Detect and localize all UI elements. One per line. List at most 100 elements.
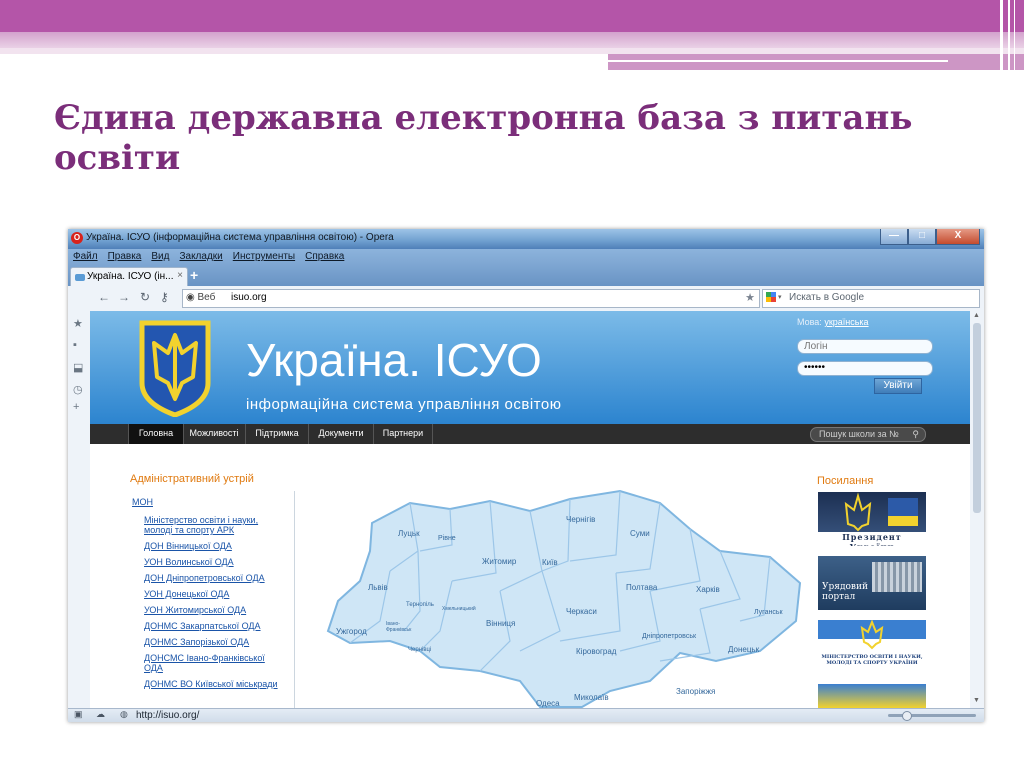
admin-link[interactable]: ДОНСМС Івано-Франківської ОДА xyxy=(132,653,282,673)
minimize-button[interactable]: — xyxy=(880,229,908,245)
opera-logo-icon: O xyxy=(71,232,83,244)
menu-tools[interactable]: Инструменты xyxy=(228,249,300,265)
key-icon[interactable]: ⚷ xyxy=(160,290,169,304)
tab-bar: Україна. ІСУО (ін... × + xyxy=(68,265,984,287)
admin-link[interactable]: УОН Донецької ОДА xyxy=(132,589,282,599)
ministry-banner[interactable]: МІНІСТЕРСТВО ОСВІТИ І НАУКИ, МОЛОДІ ТА С… xyxy=(818,620,926,674)
nav-documents[interactable]: Документи xyxy=(309,424,374,444)
ukraine-map[interactable] xyxy=(320,481,806,708)
panel-toggle-icon[interactable]: ▣ xyxy=(74,709,83,720)
map-label-cherkasy[interactable]: Черкаси xyxy=(566,607,597,616)
new-tab-button[interactable]: + xyxy=(190,267,198,283)
map-label-zaporizhzhia[interactable]: Запоріжжя xyxy=(676,687,715,696)
admin-link[interactable]: МОН xyxy=(132,497,282,507)
search-placeholder: Искать в Google xyxy=(789,292,865,303)
menu-view[interactable]: Вид xyxy=(146,249,174,265)
president-caption: Президент України xyxy=(818,532,926,546)
zoom-slider-thumb[interactable] xyxy=(902,711,912,721)
admin-link[interactable]: УОН Житомирської ОДА xyxy=(132,605,282,615)
window-titlebar[interactable]: O Україна. ІСУО (інформаційна система уп… xyxy=(68,229,984,249)
nav-home[interactable]: Головна xyxy=(128,424,184,444)
ministry-trident-icon xyxy=(860,620,884,650)
nav-support[interactable]: Підтримка xyxy=(246,424,309,444)
menu-edit[interactable]: Правка xyxy=(103,249,147,265)
status-bar: ▣ ☁ ◍ http://isuo.org/ xyxy=(68,708,984,722)
map-label-lviv[interactable]: Львів xyxy=(368,583,388,592)
map-label-poltava[interactable]: Полтава xyxy=(626,583,657,592)
map-label-ivano-frankivsk[interactable]: Івано-Франківськ xyxy=(386,621,420,633)
language-link[interactable]: українська xyxy=(824,317,868,327)
links-heading: Посилання xyxy=(817,475,874,487)
tab-close-icon[interactable]: × xyxy=(177,270,183,281)
admin-link[interactable]: ДОН Вінницької ОДА xyxy=(132,541,282,551)
forward-arrow-icon[interactable]: → xyxy=(118,290,130,304)
menu-bookmarks[interactable]: Закладки xyxy=(174,249,227,265)
status-url: http://isuo.org/ xyxy=(136,710,200,721)
page-scrollbar[interactable]: ▲ ▼ xyxy=(970,311,984,708)
map-label-ternopil[interactable]: Тернопіль xyxy=(406,602,434,608)
history-clock-icon[interactable]: ◷ xyxy=(73,383,83,396)
admin-link[interactable]: Міністерство освіти і науки, молоді та с… xyxy=(132,515,282,535)
president-banner[interactable]: Президент України xyxy=(818,492,926,546)
google-icon xyxy=(766,292,776,302)
bookmark-star-icon[interactable]: ★ xyxy=(745,291,755,304)
partner-banner[interactable] xyxy=(818,684,926,708)
map-label-vinnytsia[interactable]: Вінниця xyxy=(486,619,515,628)
bookmarks-star-icon[interactable]: ★ xyxy=(73,317,83,330)
zoom-slider[interactable] xyxy=(888,711,976,721)
map-label-odesa[interactable]: Одеса xyxy=(536,699,560,708)
slide-top-band-light xyxy=(0,32,1024,48)
map-label-chernihiv[interactable]: Чернігів xyxy=(566,515,595,524)
map-label-zhytomyr[interactable]: Житомир xyxy=(482,557,516,566)
admin-link[interactable]: ДОНМС ВО Київської міськради xyxy=(132,679,282,689)
login-button[interactable]: Увійти xyxy=(874,378,922,394)
admin-link[interactable]: ДОНМС Запорізької ОДА xyxy=(132,637,282,647)
nav-features[interactable]: Можливості xyxy=(183,424,246,444)
site-title: Україна. ІСУО xyxy=(246,334,542,386)
close-button[interactable]: X xyxy=(936,229,980,245)
admin-link[interactable]: УОН Волинської ОДА xyxy=(132,557,282,567)
menu-help[interactable]: Справка xyxy=(300,249,349,265)
add-panel-icon[interactable]: + xyxy=(73,401,79,413)
downloads-icon[interactable]: ⬓ xyxy=(73,361,83,374)
reload-icon[interactable]: ↻ xyxy=(140,290,150,304)
notes-icon[interactable]: ▪ xyxy=(73,339,77,351)
tab-favicon-icon xyxy=(75,274,85,281)
search-icon[interactable]: ⚲ xyxy=(912,428,919,441)
map-label-chernivtsi[interactable]: Чернівці xyxy=(408,647,431,653)
school-search-input[interactable]: Пошук школи за № ⚲ xyxy=(810,427,926,442)
slide-deco-vline xyxy=(1008,0,1010,70)
map-label-dnipropetrovsk[interactable]: Дніпропетровськ xyxy=(642,633,696,640)
map-label-kharkiv[interactable]: Харків xyxy=(696,585,720,594)
map-label-donetsk[interactable]: Донецьк xyxy=(728,645,759,654)
admin-link[interactable]: ДОН Дніпропетровської ОДА xyxy=(132,573,282,583)
nav-partners[interactable]: Партнери xyxy=(374,424,433,444)
scroll-thumb[interactable] xyxy=(973,323,981,513)
government-banner[interactable]: Урядовий портал xyxy=(818,556,926,610)
map-label-kyiv[interactable]: Київ xyxy=(542,558,558,567)
scroll-up-icon[interactable]: ▲ xyxy=(973,312,980,319)
map-label-khmelnytskyi[interactable]: Хмельницький xyxy=(442,606,476,612)
maximize-button[interactable]: □ xyxy=(908,229,936,245)
map-label-kirovohrad[interactable]: Кіровоград xyxy=(576,647,616,656)
map-label-rivne[interactable]: Рівне xyxy=(438,535,456,542)
map-label-sumy[interactable]: Суми xyxy=(630,529,650,538)
search-field[interactable]: ▾ Искать в Google xyxy=(762,289,980,308)
login-input[interactable] xyxy=(797,339,933,354)
menu-file[interactable]: Файл xyxy=(68,249,103,265)
map-label-lutsk[interactable]: Луцьк xyxy=(398,529,420,538)
site-nav: Головна Можливості Підтримка Документи П… xyxy=(90,424,970,444)
back-arrow-icon[interactable]: ← xyxy=(98,290,110,304)
menu-bar: Файл Правка Вид Закладки Инструменты Спр… xyxy=(68,249,984,265)
admin-link[interactable]: ДОНМС Закарпатської ОДА xyxy=(132,621,282,631)
cloud-icon[interactable]: ☁ xyxy=(96,709,105,720)
tab-isuo[interactable]: Україна. ІСУО (ін... × xyxy=(70,267,188,287)
search-dropdown-icon[interactable]: ▾ xyxy=(778,293,782,301)
scroll-down-icon[interactable]: ▼ xyxy=(973,697,980,704)
password-input[interactable]: •••••• xyxy=(797,361,933,376)
map-label-luhansk[interactable]: Луганськ xyxy=(754,609,783,616)
url-field[interactable]: ◉ Веб isuo.org ★ xyxy=(182,289,760,308)
map-label-mykolaiv[interactable]: Миколаїв xyxy=(574,693,609,702)
map-label-uzhhorod[interactable]: Ужгород xyxy=(336,627,367,636)
coat-of-arms-icon xyxy=(139,320,211,417)
